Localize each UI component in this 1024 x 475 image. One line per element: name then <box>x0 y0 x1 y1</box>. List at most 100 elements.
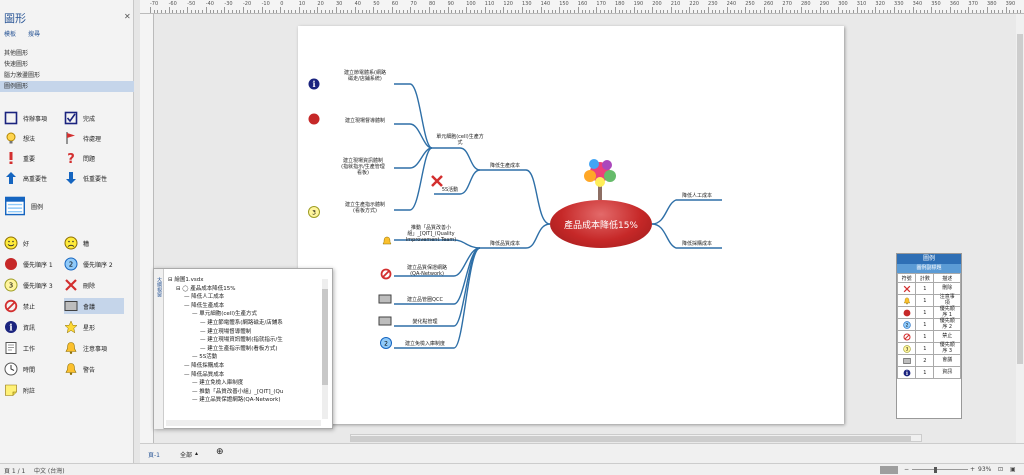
outline-item[interactable]: — 建立現場督導體制 <box>200 327 251 335</box>
presentation-mode-button[interactable] <box>880 466 898 474</box>
shape-item-warning-bell[interactable]: 警告 <box>64 361 124 377</box>
outline-root[interactable]: ⊟ 繪圖1.vsdx <box>168 275 203 283</box>
shape-item-work[interactable]: 工作 <box>4 340 64 356</box>
ruler-tick <box>782 7 784 13</box>
shape-item-note[interactable]: 附註 <box>4 382 64 398</box>
outline-item[interactable]: — 降低品質成本 <box>184 370 224 378</box>
tab-search[interactable]: 搜尋 <box>28 31 40 38</box>
shape-item-info[interactable]: i 資訊 <box>4 319 64 335</box>
outline-item[interactable]: — 5S活動 <box>192 352 217 360</box>
outline-item[interactable]: — 建立節電體系(網路磁走/店鋪系 <box>200 318 283 326</box>
tab-all-pages[interactable]: 全部 <box>180 450 192 459</box>
branch-reduce-purchase-cost[interactable]: 降低採購成本 <box>672 241 722 247</box>
stencil-item-legend-shapes[interactable]: 圖例圖形 <box>0 81 134 92</box>
outline-item[interactable]: — 單元細胞(cell)生產方式 <box>192 309 257 317</box>
horizontal-scrollbar[interactable] <box>350 434 922 442</box>
ruler-tick <box>827 10 829 13</box>
ruler-tick <box>946 10 948 13</box>
vertical-scroll-thumb[interactable] <box>1017 34 1023 364</box>
leaf-site-information[interactable]: 建立現場資訊體制 (指就指示/生產管理 看板) <box>332 158 394 176</box>
status-page-indicator[interactable]: 頁 1 / 1 <box>4 466 25 475</box>
branch-reduce-production-cost[interactable]: 降低生產成本 <box>480 163 530 169</box>
leaf-energy-system[interactable]: 建立節電體系(網路 磁走/店鋪系統) <box>336 70 394 82</box>
shape-item-red-x[interactable]: 刪除 <box>64 277 124 293</box>
shape-item-empty-box[interactable]: 待辦事項 <box>4 110 64 126</box>
leaf-qit[interactable]: 推動「品質改善小 組」_[QIT]_(Quality Improvement T… <box>396 225 466 243</box>
legend-table[interactable]: 圖例 圖例副標題 符號 計數 描述 1 刪除 1 注意事 項 1 優先順 序 1 2 1 優先順… <box>896 253 962 419</box>
shape-item-exclamation[interactable]: 重要 <box>4 150 64 166</box>
branch-reduce-quality-cost[interactable]: 降低品質成本 <box>480 241 530 247</box>
shape-label: 低重要性 <box>83 175 108 183</box>
shape-item-legend[interactable]: 圖例 <box>4 196 64 216</box>
zoom-slider[interactable] <box>912 469 968 470</box>
shape-item-lightbulb[interactable]: 想法 <box>4 130 64 146</box>
outline-item[interactable]: — 降低採購成本 <box>184 361 224 369</box>
shape-item-down-arrow[interactable]: 低重要性 <box>64 170 124 186</box>
central-topic[interactable]: 產品成本降低15% <box>550 200 652 248</box>
status-language[interactable]: 中文 (台灣) <box>34 466 65 475</box>
tab-stencils[interactable]: 模板 <box>4 31 16 38</box>
stencil-item[interactable]: 快速圖形 <box>0 59 134 70</box>
zoom-slider-thumb[interactable] <box>934 467 937 473</box>
ruler-tick <box>231 10 233 13</box>
fit-page-icon[interactable]: ⊡ <box>998 466 1003 473</box>
legend-count: 1 <box>915 318 935 331</box>
leaf-qa-network[interactable]: 建立品質保證網路 (QA-Network) <box>396 265 458 277</box>
connector-labor <box>651 199 722 225</box>
ruler-tick <box>443 10 445 13</box>
zoom-level[interactable]: 93% <box>978 466 991 473</box>
shape-item-up-arrow[interactable]: 高重要性 <box>4 170 64 186</box>
outline-item[interactable]: ⊟ ◯ 產品成本降低15% <box>176 284 236 292</box>
shape-item-priority-1[interactable]: 優先順序 1 <box>4 256 64 272</box>
tab-page-1[interactable]: 頁-1 <box>148 450 160 459</box>
branch-reduce-labor-cost[interactable]: 降低人工成本 <box>672 193 722 199</box>
leaf-inspection-free[interactable]: 建立免檢入庫制度 <box>396 341 454 347</box>
ruler-tick <box>432 10 434 13</box>
ruler-tick <box>339 10 341 13</box>
shape-item-star[interactable]: 星形 <box>64 319 124 335</box>
outline-side-tab[interactable]: 大綱視窗 <box>154 269 164 429</box>
chevron-up-icon[interactable]: ▴ <box>195 450 198 457</box>
outline-hscrollbar[interactable] <box>166 420 321 426</box>
shape-item-smile[interactable]: 好 <box>4 235 64 251</box>
shape-label: 優先順序 2 <box>83 261 113 269</box>
shape-item-check-box[interactable]: 完成 <box>64 110 124 126</box>
outline-item[interactable]: — 推動「品質改善小組」_[QIT]_(Qu <box>192 387 283 395</box>
leaf-site-supervision[interactable]: 建立現場督導體制 <box>336 118 394 124</box>
outline-item[interactable]: — 降低人工成本 <box>184 292 224 300</box>
leaf-change-point[interactable]: 變化點管理 <box>396 319 454 325</box>
ruler-tick <box>711 10 713 13</box>
ruler-tick <box>321 10 323 13</box>
outline-item[interactable]: — 建立現場資訊體制(指就指示/生 <box>200 335 283 343</box>
outline-item[interactable]: — 建立品質保證網路(QA-Network) <box>192 395 280 403</box>
shape-item-bell[interactable]: 注意事項 <box>64 340 124 356</box>
shape-item-red-flag[interactable]: 待處理 <box>64 130 124 146</box>
zoom-out-button[interactable]: − <box>904 466 909 473</box>
panel-collapse-icon[interactable]: ✕ <box>124 12 131 21</box>
shape-item-meeting[interactable]: 會議 <box>64 298 124 314</box>
shape-item-prohibited[interactable]: 禁止 <box>4 298 64 314</box>
add-page-button[interactable]: ⊕ <box>216 447 224 457</box>
leaf-qcc[interactable]: 建立品管圈QCC <box>396 297 454 303</box>
vertical-scrollbar[interactable] <box>1016 14 1024 443</box>
ruler-number: 190 <box>633 1 644 7</box>
horizontal-scroll-thumb[interactable] <box>351 436 911 441</box>
outline-item[interactable]: — 建立生產指示體制(看板方式) <box>200 344 278 352</box>
zoom-in-button[interactable]: + <box>970 466 975 473</box>
leaf-production-instruction[interactable]: 建立生產指示體制 (看板方式) <box>336 202 394 214</box>
shape-item-priority-3[interactable]: 3 優先順序 3 <box>4 277 64 293</box>
outline-scroll-thumb[interactable] <box>322 289 328 385</box>
outline-window[interactable]: 大綱視窗 ⊟ 繪圖1.vsdx ⊟ ◯ 產品成本降低15% — 降低人工成本 — 降低… <box>153 268 333 429</box>
shape-item-frown[interactable]: 糟 <box>64 235 124 251</box>
ruler-tick <box>246 10 248 13</box>
branch-cell-production[interactable]: 單元細胞(cell)生產方 式 <box>434 134 486 146</box>
drawing-page[interactable]: 產品成本降低15% 降低人工成本 降低採購成本 降低生產成本 降低品質成本 單元… <box>298 26 962 424</box>
stencil-item[interactable]: 腦力激盪圖形 <box>0 70 134 81</box>
shape-item-priority-2[interactable]: 2 優先順序 2 <box>64 256 124 272</box>
stencil-item[interactable]: 其他圖形 <box>0 48 134 59</box>
outline-item[interactable]: — 建立免檢入庫制度 <box>192 378 243 386</box>
outline-item[interactable]: — 降低生產成本 <box>184 301 224 309</box>
switch-windows-icon[interactable]: ▣ <box>1010 466 1016 473</box>
shape-item-clock[interactable]: 時間 <box>4 361 64 377</box>
shape-item-question[interactable]: ? 問題 <box>64 150 124 166</box>
